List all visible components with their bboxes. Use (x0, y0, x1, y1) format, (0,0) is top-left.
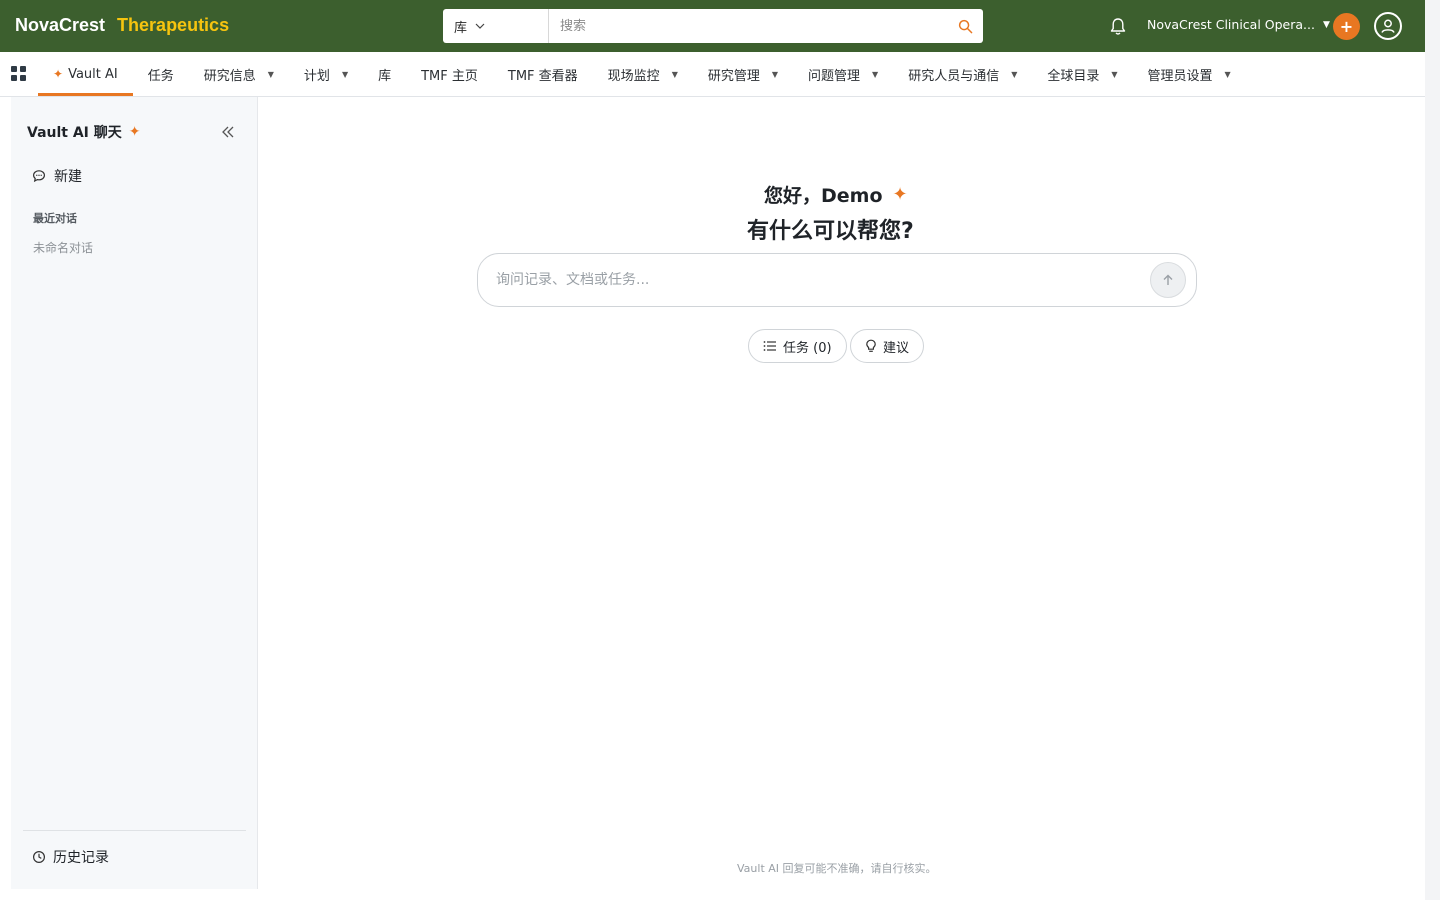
caret-down-icon: ▼ (341, 69, 349, 79)
tasks-chip-label: 任务 (0) (783, 340, 832, 356)
tab-investigators-comms[interactable]: 研究人员与通信 ▼ (893, 52, 1032, 96)
chat-bubble-icon (32, 170, 46, 183)
caret-down-icon: ▼ (1322, 19, 1330, 30)
tab-label: 任务 (147, 68, 174, 84)
list-icon (763, 341, 776, 351)
tab-label: 研究人员与通信 (908, 68, 1000, 84)
app-launcher-button[interactable] (11, 66, 26, 81)
top-header: NovaCrest Therapeutics 库 NovaCrest Clinic… (0, 0, 1425, 52)
search-button[interactable] (947, 9, 983, 43)
ask-input[interactable] (496, 272, 1150, 288)
tab-label: 全球目录 (1047, 68, 1100, 84)
tab-tmf-viewer[interactable]: TMF 查看器 (493, 52, 593, 96)
send-button[interactable] (1150, 262, 1186, 298)
tab-label: Vault AI (68, 66, 118, 82)
greeting-text: 您好，Demo (764, 185, 883, 207)
search-icon (958, 19, 972, 33)
suggestions-chip[interactable]: 建议 (850, 329, 925, 363)
tab-label: 问题管理 (808, 68, 861, 84)
sidebar-divider (23, 830, 246, 831)
org-name: NovaCrest Clinical Opera... (1147, 17, 1315, 32)
user-menu-button[interactable] (1374, 12, 1402, 40)
nav-tabs: ✦ Vault AI 任务 研究信息 ▼ 计划 ▼ 库 TMF 主页 TMF 查… (38, 52, 1246, 96)
recent-chats-heading: 最近对话 (33, 212, 77, 225)
caret-down-icon: ▼ (872, 69, 879, 79)
brand-logo[interactable]: NovaCrest Therapeutics (15, 15, 229, 36)
chevron-down-icon (475, 23, 485, 29)
tab-label: 研究信息 (203, 68, 256, 84)
grid-icon (11, 66, 17, 72)
tab-tasks[interactable]: 任务 (133, 52, 189, 96)
user-circle-icon (1381, 19, 1395, 33)
bell-icon (1110, 17, 1126, 35)
create-button[interactable]: + (1333, 13, 1360, 40)
caret-down-icon: ▼ (1224, 69, 1231, 79)
suggestions-chip-label: 建议 (883, 340, 910, 356)
main-nav: ✦ Vault AI 任务 研究信息 ▼ 计划 ▼ 库 TMF 主页 TMF 查… (0, 52, 1425, 97)
tab-admin-settings[interactable]: 管理员设置 ▼ (1133, 52, 1246, 96)
search-scope-label: 库 (454, 20, 468, 36)
org-switcher[interactable]: NovaCrest Clinical Opera... ▼ (1147, 17, 1330, 32)
caret-down-icon: ▼ (771, 69, 779, 79)
tab-label: 管理员设置 (1147, 68, 1213, 84)
tab-label: 库 (378, 68, 392, 84)
brand-primary: NovaCrest (15, 15, 106, 35)
plus-icon: + (1339, 17, 1354, 36)
tab-library[interactable]: 库 (363, 52, 406, 96)
notifications-button[interactable] (1107, 15, 1129, 37)
global-search: 库 (443, 9, 983, 43)
tab-vault-ai[interactable]: ✦ Vault AI (38, 52, 133, 96)
new-chat-button[interactable]: 新建 (32, 166, 82, 186)
caret-down-icon: ▼ (671, 69, 678, 79)
arrow-up-icon (1163, 274, 1173, 285)
clock-icon (32, 850, 46, 864)
sidebar-title-text: Vault AI 聊天 (27, 125, 122, 141)
tab-plan[interactable]: 计划 ▼ (289, 52, 363, 96)
history-button[interactable]: 历史记录 (32, 847, 109, 867)
caret-down-icon: ▼ (1111, 69, 1118, 79)
tab-label: 研究管理 (707, 68, 760, 84)
caret-down-icon: ▼ (1011, 69, 1018, 79)
tasks-chip[interactable]: 任务 (0) (748, 329, 847, 363)
caret-down-icon: ▼ (267, 69, 274, 79)
sparkle-icon: ✦ (53, 67, 64, 81)
tab-label: TMF 查看器 (507, 68, 578, 84)
history-label: 历史记录 (53, 850, 109, 866)
tab-study-management[interactable]: 研究管理 ▼ (693, 52, 793, 96)
search-scope-select[interactable]: 库 (443, 9, 549, 43)
search-input[interactable] (549, 9, 947, 43)
sidebar-title: Vault AI 聊天 ✦ (27, 122, 141, 142)
chat-sidebar: Vault AI 聊天 ✦ 新建 最近对话 未命名对话 历史记录 (11, 97, 258, 889)
ai-disclaimer: Vault AI 回复可能不准确，请自行核实。 (737, 862, 937, 875)
tab-issue-management[interactable]: 问题管理 ▼ (793, 52, 893, 96)
new-chat-label: 新建 (54, 169, 82, 185)
collapse-sidebar-button[interactable] (219, 123, 237, 141)
tab-label: 计划 (303, 68, 330, 84)
brand-secondary: Therapeutics (117, 15, 230, 35)
tab-study-info[interactable]: 研究信息 ▼ (189, 52, 289, 96)
double-chevron-left-icon (222, 126, 234, 138)
tab-site-monitoring[interactable]: 现场监控 ▼ (593, 52, 693, 96)
sparkle-icon: ✦ (128, 124, 141, 140)
recent-chat-item[interactable]: 未命名对话 (33, 239, 93, 256)
greeting: 您好，Demo ✦ (764, 181, 908, 208)
lightbulb-icon (866, 339, 876, 352)
tab-global-directory[interactable]: 全球目录 ▼ (1032, 52, 1132, 96)
sparkle-icon: ✦ (892, 184, 908, 205)
tab-label: 现场监控 (607, 68, 660, 84)
tab-tmf-home[interactable]: TMF 主页 (406, 52, 493, 96)
page-scroll-gutter (1425, 0, 1440, 900)
tab-label: TMF 主页 (421, 68, 478, 84)
ask-box (477, 253, 1197, 307)
prompt-heading: 有什么可以帮您? (747, 219, 914, 244)
